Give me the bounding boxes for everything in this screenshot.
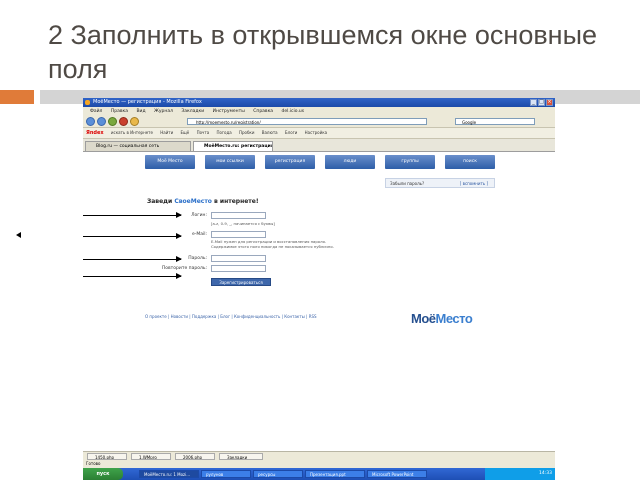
toolbar-weather[interactable]: Погода — [216, 130, 231, 135]
reload-icon[interactable] — [108, 117, 117, 126]
toolbar-traffic[interactable]: Пробки — [239, 130, 254, 135]
menu-history[interactable]: Журнал — [154, 109, 173, 114]
taskbar-item[interactable]: ресурсы — [253, 470, 303, 478]
toolbar-mail[interactable]: Почта — [197, 130, 210, 135]
firefox-icon — [85, 100, 90, 105]
menu-view[interactable]: Вид — [136, 109, 145, 114]
maximize-icon[interactable]: □ — [538, 99, 545, 106]
window-controls: _ □ × — [530, 99, 553, 106]
site-navigation: Моё Место мои ссылки регистрация люди гр… — [145, 155, 495, 171]
password-repeat-field[interactable] — [211, 265, 266, 272]
arrow-to-login-icon — [83, 212, 182, 218]
arrow-to-password-repeat-icon — [83, 273, 182, 279]
heading-suffix: в интернете! — [214, 198, 259, 205]
slide-title: 2 Заполнить в открывшемся окне основные … — [48, 20, 598, 84]
arrow-to-email-icon — [83, 233, 182, 239]
home-icon[interactable] — [130, 117, 139, 126]
nav-my-place[interactable]: Моё Место — [145, 155, 195, 169]
lower-tab[interactable]: 1.WMpro — [131, 453, 171, 460]
tab-registration[interactable]: МоёМесто.ru: регистрация — [193, 141, 273, 151]
menu-bookmarks[interactable]: Закладки — [181, 109, 204, 114]
yandex-logo[interactable]: Яndex — [86, 130, 104, 136]
search-input[interactable]: Google — [455, 118, 535, 125]
password-field[interactable] — [211, 255, 266, 262]
toolbar-blogs[interactable]: Блоги — [285, 130, 297, 135]
start-button[interactable]: пуск — [83, 468, 123, 480]
heading-brand: СвоеМесто — [174, 198, 212, 205]
lower-tab[interactable]: Закладки — [219, 453, 263, 460]
taskbar-item[interactable]: Microsoft PowerPoint — [367, 470, 427, 478]
taskbar-item[interactable]: рулунов — [201, 470, 251, 478]
forgot-password-text: Забыли пароль? — [390, 181, 425, 186]
login-hint: [a-z, 0-9, _, начинается с буквы] — [211, 221, 275, 226]
browser-screenshot: МоёМесто — регистрация - Mozilla Firefox… — [83, 98, 555, 480]
registration-heading: Заведи СвоеМесто в интернете! — [147, 198, 259, 205]
window-title: МоёМесто — регистрация - Mozilla Firefox — [93, 99, 202, 105]
forward-icon[interactable] — [97, 117, 106, 126]
forgot-password-box: Забыли пароль? [ вспомнить ] — [385, 178, 495, 188]
lower-tab[interactable]: 2006.php — [175, 453, 215, 460]
menu-help[interactable]: Справка — [253, 109, 273, 114]
yandex-toolbar: Яndex искать в Интернете Найти Ещё Почта… — [83, 128, 555, 139]
accent-bar — [0, 90, 34, 104]
status-bar: Готово — [83, 460, 555, 468]
register-button[interactable]: Зарегистрироваться — [211, 278, 271, 286]
yandex-search[interactable]: искать в Интернете — [111, 130, 153, 135]
toolbar-find[interactable]: Найти — [160, 130, 173, 135]
stop-icon[interactable] — [119, 117, 128, 126]
taskbar-item[interactable]: Презентация.ppt — [305, 470, 365, 478]
moemesto-logo: МоёМесто — [411, 311, 473, 326]
menu-bar: Файл Правка Вид Журнал Закладки Инструме… — [83, 107, 555, 116]
toolbar-currency[interactable]: Валюта — [262, 130, 278, 135]
tab-blog[interactable]: Blog.ru — социальная сеть — [85, 141, 191, 151]
window-titlebar: МоёМесто — регистрация - Mozilla Firefox… — [83, 98, 555, 107]
menu-edit[interactable]: Правка — [111, 109, 128, 114]
address-bar[interactable]: http://moemesto.ru/registration/ — [187, 118, 427, 125]
password-repeat-label: Повторите пароль: — [161, 266, 207, 271]
forgot-password-link[interactable]: [ вспомнить ] — [460, 179, 488, 189]
system-tray-clock: 14:33 — [485, 468, 555, 480]
navigation-bar: http://moemesto.ru/registration/ Google — [83, 116, 555, 128]
menu-delicious[interactable]: del.icio.us — [282, 109, 305, 114]
nav-my-links[interactable]: мои ссылки — [205, 155, 255, 169]
toolbar-settings[interactable]: Настройка — [305, 130, 327, 135]
login-field[interactable] — [211, 212, 266, 219]
windows-taskbar: пуск МоёМесто.ru: 1 Mozi... рулунов ресу… — [83, 468, 555, 480]
minimize-icon[interactable]: _ — [530, 99, 537, 106]
email-hint-2: Содержимое этого поля никогда не показыв… — [211, 244, 334, 249]
tab-strip: Blog.ru — социальная сеть МоёМесто.ru: р… — [83, 139, 555, 152]
heading-prefix: Заведи — [147, 198, 173, 205]
arrow-to-password-icon — [83, 256, 182, 262]
lower-tab[interactable]: 1450.php — [87, 453, 127, 460]
nav-registration[interactable]: регистрация — [265, 155, 315, 169]
logo-accent: Место — [435, 311, 473, 326]
toolbar-more[interactable]: Ещё — [181, 130, 190, 135]
back-icon[interactable] — [86, 117, 95, 126]
menu-tools[interactable]: Инструменты — [213, 109, 245, 114]
pointer-arrow-icon — [16, 232, 21, 238]
close-icon[interactable]: × — [546, 99, 553, 106]
nav-groups[interactable]: группы — [385, 155, 435, 169]
nav-search[interactable]: поиск — [445, 155, 495, 169]
email-field[interactable] — [211, 231, 266, 238]
logo-main: Моё — [411, 311, 436, 326]
menu-file[interactable]: Файл — [90, 109, 102, 114]
nav-people[interactable]: люди — [325, 155, 375, 169]
footer-links[interactable]: О проекте | Новости | Поддержка | Блог |… — [145, 314, 317, 319]
taskbar-item[interactable]: МоёМесто.ru: 1 Mozi... — [139, 470, 199, 478]
